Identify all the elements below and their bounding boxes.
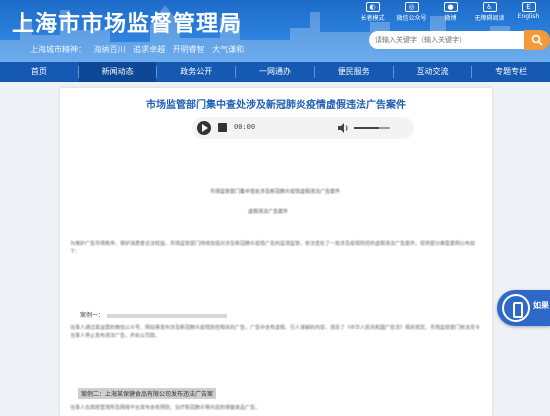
top-toolbar: ◐ 长者模式 ◎ 微信公众号 ● 微博 ♿ 无障碍阅读 E English <box>355 2 546 22</box>
wechat-label: 微信公众号 <box>396 15 427 22</box>
article-paragraph: 为维护广告市场秩序，保护消费者合法权益，市场监管部门持续加强对涉及新冠肺炎疫情广… <box>70 241 476 255</box>
search-icon <box>531 34 543 46</box>
stop-button[interactable] <box>218 123 227 132</box>
nav-gov-info[interactable]: 政务公开 <box>157 62 235 82</box>
city-spirit-slogans: 上海城市精神： 海纳百川 追求卓越 开明睿智 大气谦和 <box>30 44 249 55</box>
floating-widget-label: 如果 <box>533 301 549 310</box>
wechat-button[interactable]: ◎ 微信公众号 <box>394 2 429 22</box>
elder-mode-label: 长者模式 <box>360 15 385 22</box>
article-panel: 市场监管部门集中查处涉及新冠肺炎疫情虚假违法广告案件 00:00 市场监管部门集… <box>60 88 492 416</box>
search-button[interactable] <box>524 30 550 50</box>
english-icon: E <box>521 2 536 12</box>
english-label: English <box>517 13 540 20</box>
elder-mode-button[interactable]: ◐ 长者模式 <box>355 2 390 22</box>
volume-fill <box>354 127 380 129</box>
nav-news[interactable]: 新闻动态 <box>78 62 157 82</box>
redacted-text <box>107 313 228 318</box>
article-title: 市场监管部门集中查处涉及新冠肺炎疫情虚假违法广告案件 <box>146 100 406 111</box>
doc-subheading: 虚假违法广告案件 <box>248 209 289 215</box>
main-nav: 首页 新闻动态 政务公开 一网通办 便民服务 互动交流 专题专栏 <box>0 62 550 82</box>
assistant-icon <box>502 294 530 322</box>
case-two-highlight: 案例二：上海某保健食品有限公司发布违法广告案 <box>78 388 217 399</box>
nav-home[interactable]: 首页 <box>0 62 78 82</box>
nav-special[interactable]: 专题专栏 <box>472 62 550 82</box>
nav-interaction[interactable]: 互动交流 <box>394 62 472 82</box>
slogan-item: 大气谦和 <box>212 45 245 54</box>
elder-mode-icon: ◐ <box>365 2 380 12</box>
weibo-icon: ● <box>443 2 458 12</box>
slogan-label: 上海城市精神： <box>30 45 86 54</box>
floating-assistant-button[interactable]: 如果 <box>497 290 550 326</box>
volume-icon[interactable] <box>337 122 349 134</box>
doc-heading: 市场监管部门集中查处涉及新冠肺炎疫情虚假违法广告案件 <box>210 189 341 195</box>
search-input[interactable] <box>369 31 525 49</box>
article-paragraph: 当事人通过其运营的微信公众号、网站等发布涉及新冠肺炎疫情防控相关的广告，广告中含… <box>70 325 481 339</box>
weibo-label: 微博 <box>444 15 457 22</box>
wechat-icon: ◎ <box>404 2 419 12</box>
site-title[interactable]: 上海市市场监督管理局 <box>12 6 242 38</box>
site-header: 上海市市场监督管理局 上海城市精神： 海纳百川 追求卓越 开明睿智 大气谦和 ◐… <box>0 0 550 62</box>
nav-services[interactable]: 便民服务 <box>315 62 393 82</box>
slogan-item: 追求卓越 <box>133 45 166 54</box>
accessibility-label: 无障碍阅读 <box>474 15 505 22</box>
audio-player: 00:00 <box>192 117 414 139</box>
english-button[interactable]: E English <box>511 2 546 22</box>
accessibility-button[interactable]: ♿ 无障碍阅读 <box>472 2 507 22</box>
weibo-button[interactable]: ● 微博 <box>433 2 468 22</box>
case-one-label: 案例一： <box>80 312 105 319</box>
accessibility-icon: ♿ <box>482 2 497 12</box>
nav-one-stop[interactable]: 一网通办 <box>236 62 314 82</box>
article-paragraph: 当事人在其经营场所及网络平台发布含有预防、治疗新冠肺炎等内容的保健食品广告。 <box>70 405 261 411</box>
case-one-heading: 案例一： <box>80 310 228 319</box>
audio-time: 00:00 <box>234 123 256 131</box>
slogan-item: 开明睿智 <box>172 45 205 54</box>
play-button[interactable] <box>197 121 211 135</box>
volume-slider[interactable] <box>354 127 390 129</box>
slogan-item: 海纳百川 <box>93 45 126 54</box>
